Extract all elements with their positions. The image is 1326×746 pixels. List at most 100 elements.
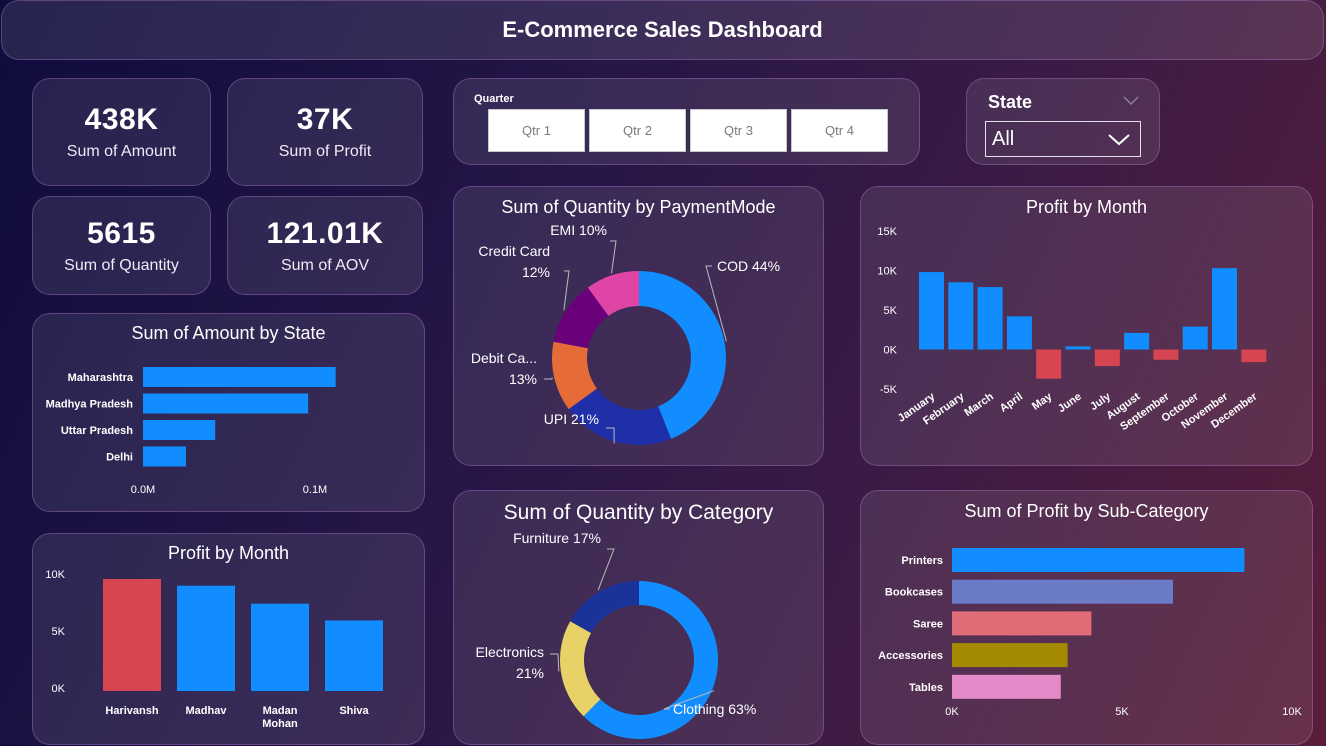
bar: [1065, 346, 1091, 350]
bar: [1182, 326, 1208, 350]
tick-label: 0K: [884, 345, 898, 357]
dashboard-header: E-Commerce Sales Dashboard: [1, 0, 1324, 60]
tick-label: 0K: [945, 706, 959, 718]
dashboard-title: E-Commerce Sales Dashboard: [502, 17, 823, 42]
slice-label: 12%: [522, 264, 550, 280]
tick-label: 15K: [877, 226, 897, 238]
chevron-down-icon[interactable]: [1123, 96, 1139, 106]
category-label: Delhi: [106, 452, 133, 464]
quarter-button-qtr3[interactable]: Qtr 3: [690, 109, 787, 152]
bar: [325, 620, 383, 691]
amount-by-state-chart: Maharashtra Madhya Pradesh Uttar Pradesh De…: [46, 367, 336, 496]
bar: [143, 367, 336, 387]
quarter-slicer-title: Quarter: [474, 93, 514, 105]
category-label: Uttar Pradesh: [61, 425, 133, 437]
bar: [952, 611, 1092, 636]
chart-title: Sum of Quantity by PaymentMode: [501, 197, 776, 217]
kpi-label: Sum of AOV: [280, 256, 370, 274]
kpi-value: 121.01K: [266, 216, 384, 250]
tick-label: 10K: [1282, 706, 1302, 718]
chart-card-profit-by-person: Profit by Month 10K 5K 0K Harivansh Madhav Ma…: [32, 533, 425, 745]
bar: [103, 579, 161, 691]
slice-label: Credit Card: [478, 243, 550, 259]
tick-label: 0K: [52, 683, 66, 695]
bar: [952, 674, 1061, 699]
slice-label: UPI 21%: [544, 411, 599, 427]
quarter-button-qtr1[interactable]: Qtr 1: [488, 109, 585, 152]
category-label: Mohan: [262, 718, 298, 730]
state-slicer: State All: [966, 78, 1160, 165]
bar: [143, 446, 186, 467]
slice-label: Debit Ca...: [471, 350, 537, 366]
kpi-value: 438K: [84, 103, 159, 136]
category-label: Saree: [913, 618, 943, 630]
bar: [177, 585, 235, 691]
tick-label: 0.1M: [303, 484, 327, 496]
category-label: Madhya Pradesh: [46, 399, 134, 411]
bar: [952, 579, 1173, 604]
leader-line: [563, 270, 570, 311]
slice-label: Electronics: [476, 644, 544, 660]
kpi-label: Sum of Amount: [66, 143, 177, 160]
slice-label: Furniture 17%: [513, 530, 601, 546]
state-slicer-title: State: [988, 92, 1033, 112]
category-label: Bookcases: [885, 587, 943, 599]
state-dropdown-value: All: [992, 127, 1015, 150]
bar: [1212, 268, 1237, 350]
bar: [143, 393, 309, 414]
slice-label: 13%: [509, 371, 537, 387]
category-label: April: [998, 391, 1025, 415]
bar: [919, 272, 944, 350]
leader-line: [610, 240, 617, 274]
category-label: Shiva: [339, 705, 369, 717]
bar: [251, 603, 309, 691]
leader-line: [597, 548, 615, 591]
bar: [952, 643, 1068, 668]
quarter-slicer: Quarter Qtr 1 Qtr 2 Qtr 3 Qtr 4: [453, 78, 920, 165]
category-label: March: [962, 390, 996, 419]
bar: [948, 282, 974, 350]
chart-title: Profit by Month: [1025, 197, 1148, 217]
bar: [1094, 349, 1120, 367]
chart-card-qty-by-category: Sum of Quantity by Category Clothing 63%…: [453, 490, 824, 745]
tick-label: 10K: [877, 266, 897, 278]
kpi-label: Sum of Profit: [278, 143, 372, 160]
category-label: June: [1056, 391, 1084, 416]
kpi-value: 5615: [87, 216, 156, 250]
tick-label: 10K: [45, 569, 65, 581]
chart-card-qty-by-payment: Sum of Quantity by PaymentMode COD 44% UP…: [453, 186, 824, 466]
leader-line: [544, 377, 553, 380]
quarter-button-qtr2[interactable]: Qtr 2: [589, 109, 686, 152]
category-label: Madan: [263, 705, 298, 717]
kpi-card-quantity: 5615 Sum of Quantity: [32, 196, 211, 295]
leader-line: [550, 653, 560, 672]
tick-label: 5K: [1115, 706, 1129, 718]
profit-by-subcategory-chart: Printers Bookcases Saree Accessories Tables0…: [878, 548, 1302, 718]
qty-by-category-chart: Clothing 63% Electronics 21% Furniture 17%: [476, 530, 756, 739]
kpi-label: Sum of Quantity: [64, 256, 179, 274]
slice-label: Clothing 63%: [673, 701, 756, 717]
bar: [1006, 316, 1032, 350]
bar: [1124, 332, 1150, 350]
bar: [1241, 349, 1267, 363]
slice-label: 21%: [516, 665, 544, 681]
quarter-button-qtr4[interactable]: Qtr 4: [791, 109, 888, 152]
tick-label: 5K: [884, 305, 898, 317]
state-dropdown[interactable]: All: [985, 121, 1141, 157]
bar: [143, 420, 216, 440]
category-label: Madhav: [186, 705, 228, 717]
category-label: Tables: [909, 682, 943, 694]
qty-by-payment-chart: COD 44% UPI 21% Debit Ca... 13% Credit Card 1…: [471, 222, 780, 445]
slice-label: EMI 10%: [550, 222, 607, 238]
tick-label: 5K: [52, 626, 66, 638]
profit-by-person-chart: 10K 5K 0K Harivansh Madhav MadanMohan Shiva: [45, 569, 383, 730]
tick-label: 0.0M: [131, 484, 155, 496]
bar: [1153, 349, 1179, 360]
category-label: Maharashtra: [68, 372, 134, 384]
chart-card-profit-by-month: Profit by Month 15K 10K 5K 0K -5K January Febr…: [860, 186, 1313, 466]
category-label: Harivansh: [105, 705, 158, 717]
chart-card-amount-by-state: Sum of Amount by State Maharashtra Madhya…: [32, 313, 425, 512]
kpi-value: 37K: [296, 103, 354, 136]
kpi-card-amount: 438K Sum of Amount: [32, 78, 211, 186]
chart-title: Sum of Quantity by Category: [503, 501, 774, 524]
